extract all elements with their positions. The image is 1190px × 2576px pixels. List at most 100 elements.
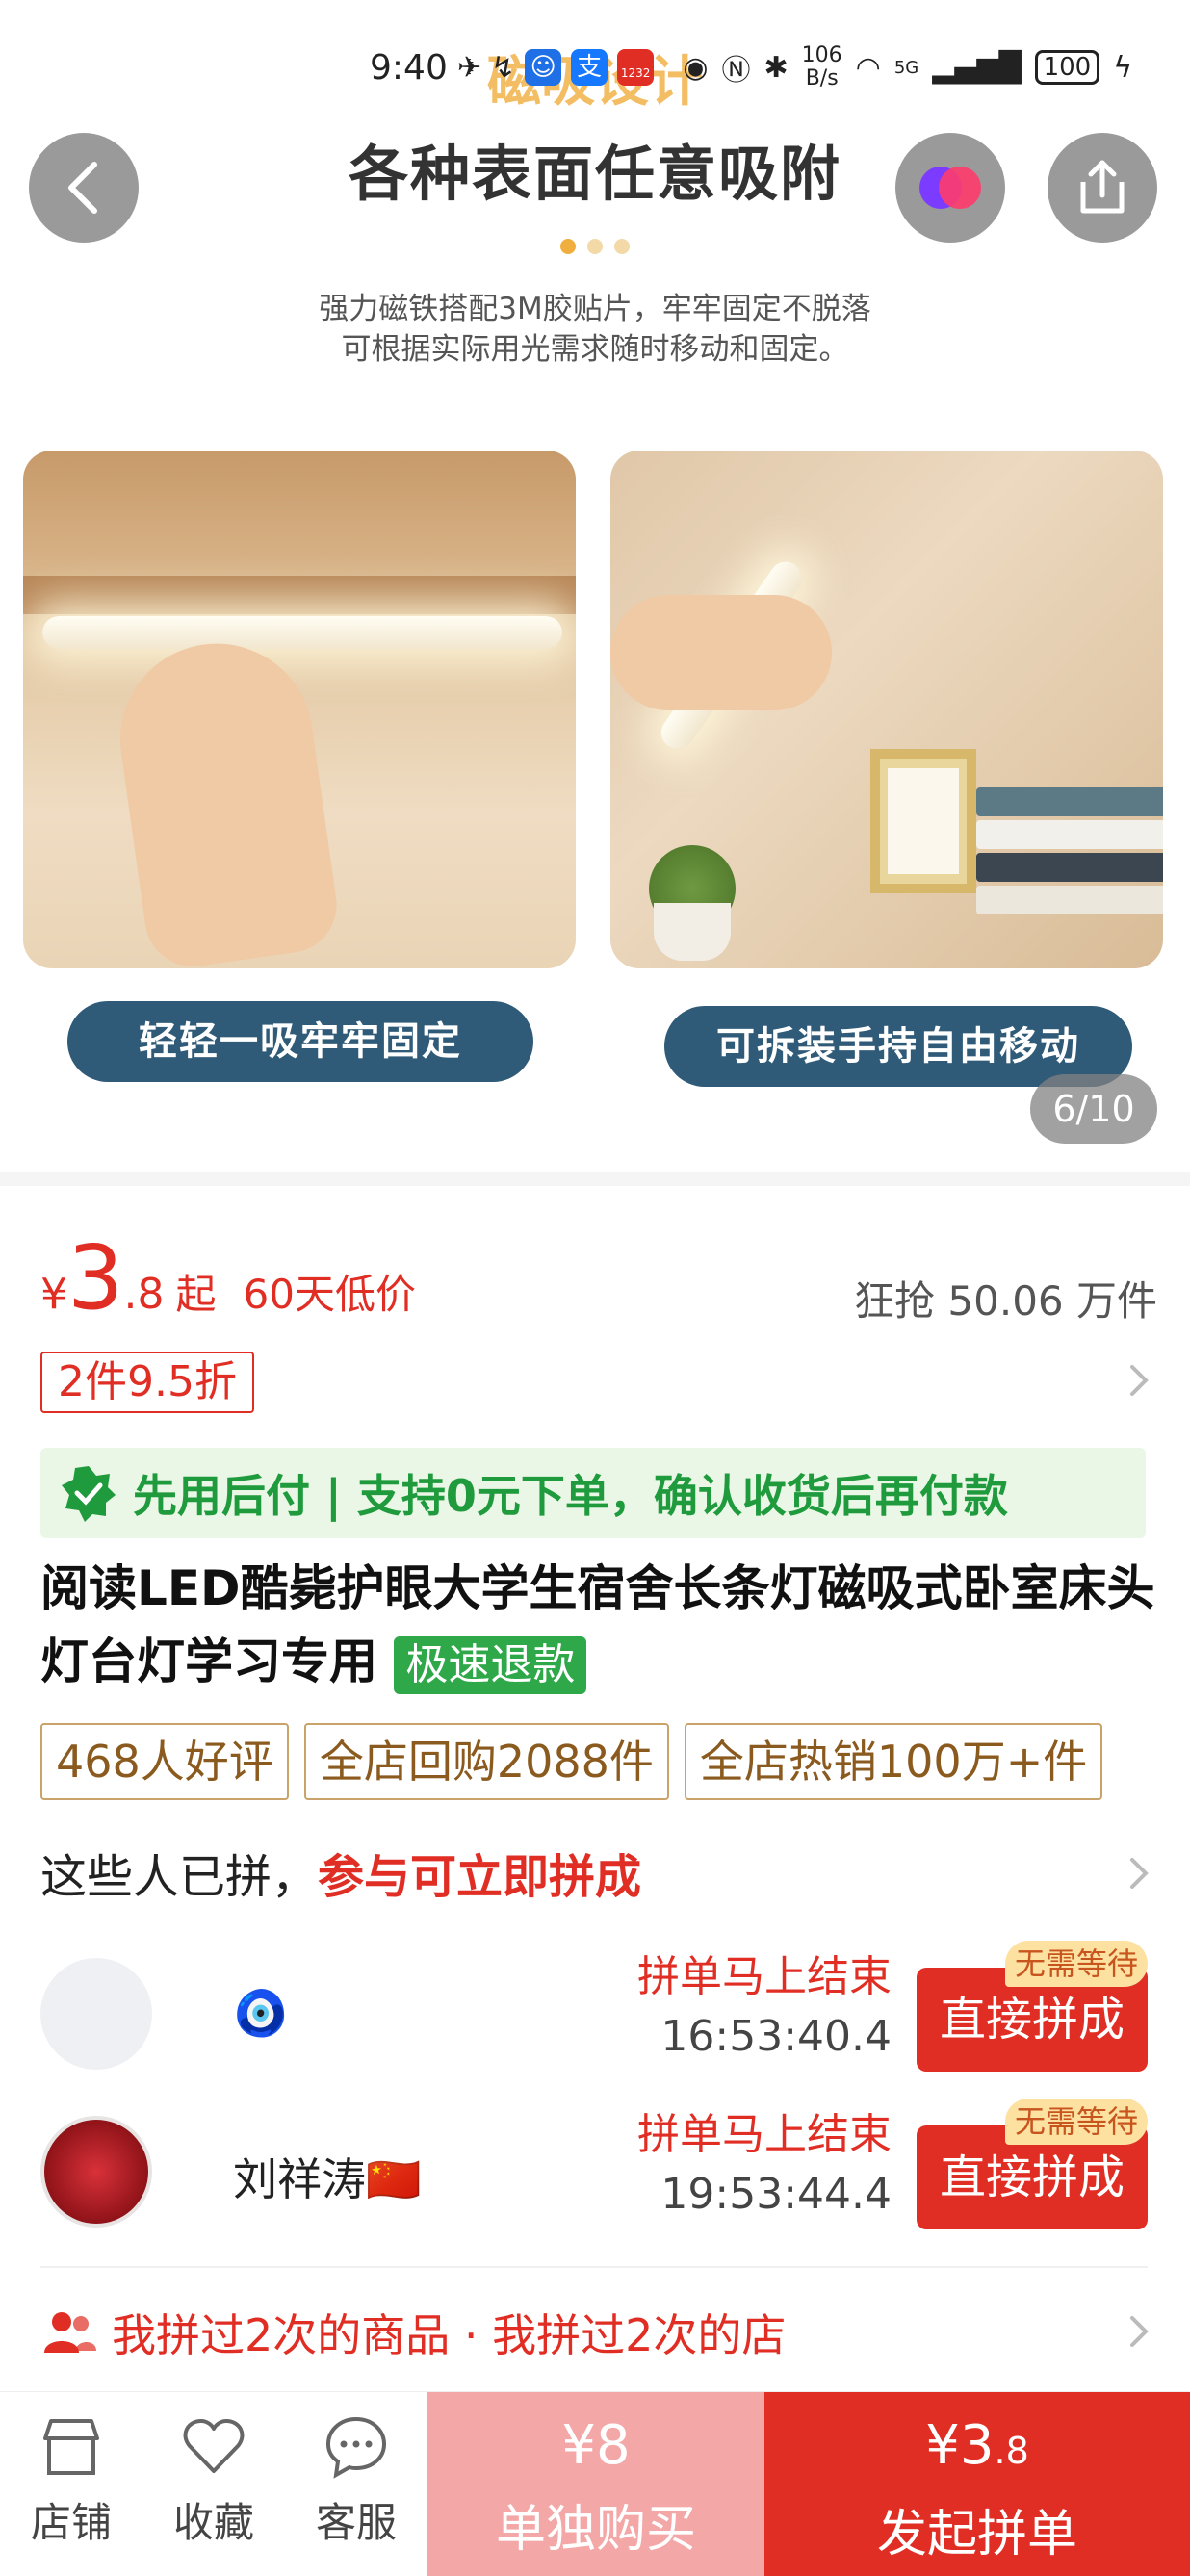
book-stack [976,787,1163,922]
buy-alone-price: ¥8 [561,2414,631,2477]
no-wait-badge: 无需等待 [1004,1941,1148,1987]
group-row: 🧿 拼单马上结束 16:53:40.4 直接拼成 无需等待 [40,1941,1148,2072]
price-symbol: ¥ [40,1270,67,1319]
service-tags: 468人好评 全店回购2088件 全店热销100万+件 [40,1723,1177,1800]
tag-reviews[interactable]: 468人好评 [40,1723,289,1800]
price-integer: 3 [67,1226,124,1329]
group-member-name: 刘祥涛🇨🇳 [233,2153,422,2205]
buy-alone-label: 单独购买 [495,2501,696,2559]
store-label: 店铺 [30,2499,112,2546]
gallery-slide-dots [0,239,1190,258]
gallery-title: 各种表面任意吸附 [348,139,841,209]
photo-lamp-handheld [610,451,1163,968]
group-row: 刘祥涛🇨🇳 拼单马上结束 19:53:44.4 直接拼成 无需等待 [40,2099,1148,2229]
group-buy-header[interactable]: 这些人已拼，参与可立即拼成 [40,1839,1157,1906]
wifi-icon: ◠ [855,50,881,85]
group-price-decimal: .8 [994,2430,1029,2472]
low-price-label: 60天低价 [243,1271,416,1318]
net-speed-unit: B/s [805,66,839,90]
chevron-left-icon [68,162,97,214]
tag-hot-sales[interactable]: 全店热销100万+件 [684,1723,1103,1800]
start-group-button[interactable]: ¥3.8 发起拼单 [764,2392,1190,2576]
network-type: 5G [893,57,919,78]
users-icon [44,2312,96,2353]
discount-tag: 2件9.5折 [40,1352,254,1413]
group-buy-header-highlight: 参与可立即拼成 [318,1850,642,1904]
gallery-description-line1: 强力磁铁搭配3M胶贴片，牢牢固定不脱落 [319,292,871,326]
app-logo-icon [919,167,981,209]
pinduoduo-icon: 1232 [617,49,655,86]
cabinet-shelf [23,576,576,614]
status-bar-left: 9:40 ✈ ↯ ☺ 支 1232 [370,39,655,96]
buy-alone-button[interactable]: ¥8 单独购买 [427,2392,764,2576]
photo-lamp-under-cabinet [23,451,576,968]
price-row: ¥ 3 .8 起 60天低价 狂抢 50.06 万件 [40,1230,1157,1327]
share-icon [1080,160,1125,214]
app-badge-count: 1232 [620,66,651,80]
hand [108,631,343,968]
caption-left: 轻轻一吸牢牢固定 [67,1001,533,1082]
group-member-name: 🧿 [233,1987,289,2039]
eye-comfort-icon: ◉ [683,50,709,85]
status-bar-right: ◉ Ⓝ ✱ 106 B/s ◠ 5G ▂▄▆█ 100 ϟ [683,39,1132,96]
purchase-history-row[interactable]: 我拼过2次的商品 · 我拼过2次的店 [40,2299,1157,2366]
avatar [40,2116,152,2228]
gallery-description-line2: 可根据实际用光需求随时移动和固定。 [341,332,849,367]
bluetooth-icon: ✱ [763,50,789,85]
discount-row[interactable]: 2件9.5折 [40,1352,1157,1413]
robot-app-icon: ☺ [525,49,562,86]
favorite-label: 收藏 [172,2499,254,2546]
customer-service-button[interactable]: 客服 [289,2413,424,2549]
price: ¥ 3 .8 起 60天低价 [40,1230,416,1327]
start-group-label: 发起拼单 [876,2506,1077,2563]
back-button[interactable] [29,133,139,243]
status-time: 9:40 [370,47,448,88]
group-price-integer: ¥3 [925,2414,995,2477]
notification-icon: ✈ [456,50,481,85]
net-speed-value: 106 [801,43,842,67]
charging-icon: ϟ [1113,50,1132,85]
pay-later-text: 先用后付 | 支持0元下单，确认收货后再付款 [133,1470,1008,1522]
plant-pot [654,903,731,961]
lamp-bar [42,616,562,649]
nfc-icon: Ⓝ [721,54,751,88]
divider [40,2266,1148,2268]
chevron-right-icon [1130,1365,1149,1396]
share-button[interactable] [1048,133,1157,243]
mini-app-button[interactable] [895,133,1005,243]
customer-service-label: 客服 [315,2499,397,2546]
chevron-right-icon [1130,2316,1149,2347]
bottom-action-bar: 店铺 收藏 客服 ¥8 单独购买 ¥3.8 发起拼单 [0,2391,1190,2576]
signal-icon: ▂▄▆█ [932,50,1022,85]
group-ending-label: 拼单马上结束 [637,1952,892,2001]
net-speed: 106 B/s [802,44,842,90]
group-ending-label: 拼单马上结束 [637,2110,892,2159]
pay-later-banner[interactable]: 先用后付 | 支持0元下单，确认收货后再付款 [40,1448,1146,1538]
no-wait-badge: 无需等待 [1004,2099,1148,2145]
chat-icon [325,2416,387,2479]
alipay-icon: 支 [571,49,608,86]
gallery-description: 强力磁铁搭配3M胶贴片，牢牢固定不脱落 可根据实际用光需求随时移动和固定。 [0,289,1190,370]
badge-check-icon [62,1466,116,1522]
sold-count: 狂抢 50.06 万件 [854,1277,1157,1325]
section-divider [0,1172,1190,1186]
heart-icon [183,2419,245,2473]
purchase-history-text: 我拼过2次的商品 · 我拼过2次的店 [112,2309,787,2361]
gallery-counter: 6/10 [1030,1074,1157,1144]
fast-refund-tag: 极速退款 [394,1636,587,1694]
avatar [40,1958,152,2070]
store-icon [43,2419,99,2475]
battery-level: 100 [1034,50,1100,85]
product-title: 阅读LED酷毙护眼大学生宿舍长条灯磁吸式卧室床头灯台灯学习专用 极速退款 [40,1552,1157,1698]
chevron-right-icon [1130,1858,1149,1889]
group-buy-header-text: 这些人已拼， [40,1850,319,1904]
product-gallery[interactable]: 磁吸设计 各种表面任意吸附 强力磁铁搭配3M胶贴片，牢牢固定不脱落 可根据实际用… [0,0,1190,1172]
group-price: ¥3.8 [764,2413,1190,2484]
sync-icon: ↯ [490,50,516,85]
tag-repurchase[interactable]: 全店回购2088件 [303,1723,669,1800]
store-button[interactable]: 店铺 [4,2413,139,2549]
price-decimal: .8 [123,1270,165,1319]
favorite-button[interactable]: 收藏 [146,2413,281,2549]
group-countdown: 19:53:44.4 [660,2170,892,2219]
hand [610,595,832,710]
